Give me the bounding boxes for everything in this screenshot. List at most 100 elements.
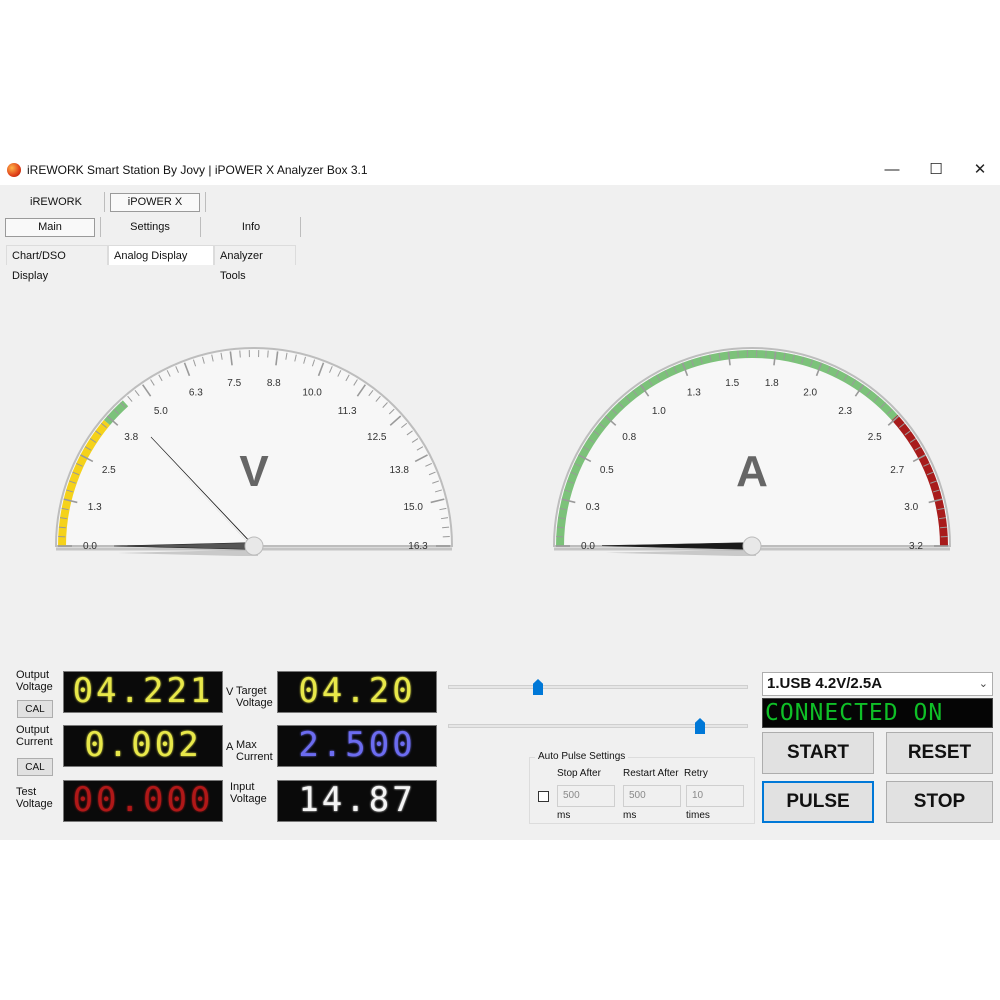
- gauge-tick: [765, 350, 767, 358]
- gauge-hub: [742, 536, 762, 556]
- gauge-tick-label: 5.0: [154, 406, 168, 417]
- gauge-tick: [267, 350, 269, 358]
- maximize-button[interactable]: ☐: [914, 155, 958, 185]
- gauge-tick-label: 0.3: [586, 502, 600, 513]
- cal-current-button[interactable]: CAL: [17, 758, 53, 776]
- gauge-tick: [239, 350, 241, 358]
- tab-ipower-x[interactable]: iPOWER X: [110, 193, 200, 212]
- max-current-display: 2.500: [277, 725, 437, 767]
- tab-chart-dso-display[interactable]: Chart/DSO Display: [6, 245, 108, 282]
- output-current-label: Output Current: [16, 724, 53, 748]
- tab-separator: [104, 192, 105, 212]
- stop-after-input[interactable]: 500: [557, 785, 615, 807]
- gauge-tick-label: 2.0: [803, 388, 817, 399]
- voltage-gauge: 0.0 1.3 2.5 3.8 5.0 6.3 7.5 8.8 10.0 11.3 12.5 13.8…: [54, 347, 454, 556]
- gauge-tick-label: 13.8: [389, 465, 409, 476]
- auto-pulse-checkbox[interactable]: [538, 791, 549, 802]
- restart-after-input[interactable]: 500: [623, 785, 681, 807]
- unit-v-label: V: [226, 686, 234, 698]
- app-window: iREWORK Smart Station By Jovy | iPOWER X…: [0, 155, 1000, 840]
- gauge-tick-label: 15.0: [404, 502, 424, 513]
- tab-separator: [300, 217, 301, 237]
- gauge-tick: [58, 526, 66, 529]
- max-current-label: Max Current: [236, 739, 273, 763]
- input-voltage-display: 14.87: [277, 780, 437, 822]
- tab-separator: [205, 192, 206, 212]
- gauge-tick-label: 2.5: [102, 465, 116, 476]
- gauge-tick-label: 3.2: [909, 541, 923, 552]
- pulse-button[interactable]: PULSE: [762, 781, 874, 823]
- unit-a-label: A: [226, 741, 234, 753]
- gauge-tick-label: 2.3: [838, 406, 852, 417]
- reset-button[interactable]: RESET: [886, 732, 993, 774]
- gauge-tick-label: 12.5: [367, 432, 387, 443]
- gauge-tick-label: 2.5: [868, 432, 882, 443]
- test-voltage-label: Test Voltage: [16, 786, 53, 810]
- voltage-slider[interactable]: [448, 685, 748, 689]
- target-voltage-display: 04.20: [277, 671, 437, 713]
- stop-button[interactable]: STOP: [886, 781, 993, 823]
- test-voltage-display: 00.000: [63, 780, 223, 822]
- current-slider-thumb[interactable]: [695, 718, 705, 734]
- start-button[interactable]: START: [762, 732, 874, 774]
- gauge-tick-label: 1.5: [725, 378, 739, 389]
- profile-select-value: 1.USB 4.2V/2.5A: [767, 675, 883, 692]
- retry-input[interactable]: 10: [686, 785, 744, 807]
- gauge-tick-label: 0.0: [581, 541, 595, 552]
- gauge-tick-label: 10.0: [302, 388, 322, 399]
- restart-after-label: Restart After: [623, 768, 679, 779]
- cal-voltage-button[interactable]: CAL: [17, 700, 53, 718]
- gauge-tick-label: 1.3: [88, 502, 102, 513]
- output-voltage-display: 04.221: [63, 671, 223, 713]
- connection-status-display: CONNECTED ON: [762, 698, 993, 728]
- app-logo-icon: [7, 163, 21, 177]
- minimize-button[interactable]: —: [870, 155, 914, 185]
- window-title: iREWORK Smart Station By Jovy | iPOWER X…: [27, 163, 368, 177]
- close-button[interactable]: ✕: [958, 155, 1000, 185]
- retry-label: Retry: [684, 768, 708, 779]
- retry-unit: times: [686, 810, 710, 821]
- gauge-tick: [940, 526, 948, 529]
- tab-info[interactable]: Info: [202, 218, 300, 237]
- tab-separator: [100, 217, 101, 237]
- output-current-display: 0.002: [63, 725, 223, 767]
- gauge-tick-label: 1.8: [765, 378, 779, 389]
- chevron-down-icon: ⌄: [978, 678, 988, 690]
- tab-separator: [200, 217, 201, 237]
- input-voltage-label: Input Voltage: [230, 781, 267, 805]
- voltage-slider-thumb[interactable]: [533, 679, 543, 695]
- tab-settings[interactable]: Settings: [102, 218, 198, 237]
- stop-after-label: Stop After: [557, 768, 601, 779]
- gauge-tick-label: 0.0: [83, 541, 97, 552]
- tab-irework[interactable]: iREWORK: [10, 192, 102, 212]
- target-voltage-label: Target Voltage: [236, 685, 273, 709]
- output-voltage-label: Output Voltage: [16, 669, 53, 693]
- gauge-unit-label: V: [239, 447, 269, 496]
- profile-select[interactable]: 1.USB 4.2V/2.5A ⌄: [762, 672, 993, 696]
- gauge-tick-label: 0.8: [622, 432, 636, 443]
- restart-after-unit: ms: [623, 810, 637, 821]
- gauge-tick-label: 1.3: [687, 388, 701, 399]
- gauge-tick-label: 6.3: [189, 388, 203, 399]
- tab-main[interactable]: Main: [5, 218, 95, 237]
- gauge-tick-label: 16.3: [408, 541, 428, 552]
- gauge-tick-label: 3.0: [904, 502, 918, 513]
- title-bar: iREWORK Smart Station By Jovy | iPOWER X…: [0, 155, 1000, 185]
- tab-analyzer-tools[interactable]: Analyzer Tools: [214, 245, 296, 282]
- gauge-hub: [244, 536, 264, 556]
- gauge-tick-label: 2.7: [890, 465, 904, 476]
- gauge-tick-label: 3.8: [124, 432, 138, 443]
- gauge-tick-label: 11.3: [338, 406, 357, 417]
- gauge-unit-label: A: [736, 447, 768, 496]
- gauge-tick-label: 7.5: [227, 378, 241, 389]
- gauge-tick: [556, 526, 564, 529]
- gauge-tick-label: 8.8: [267, 378, 281, 389]
- gauge-tick-label: 0.5: [600, 465, 614, 476]
- gauge-tick: [737, 350, 739, 358]
- gauge-tick-label: 1.0: [652, 406, 666, 417]
- tab-analog-display[interactable]: Analog Display: [108, 245, 214, 265]
- auto-pulse-title: Auto Pulse Settings: [535, 751, 629, 762]
- gauge-tick: [442, 526, 450, 529]
- stop-after-unit: ms: [557, 810, 571, 821]
- current-gauge: 0.0 0.3 0.5 0.8 1.0 1.3 1.5 1.8 2.0 2.3 2.5 2.7 3.0 3…: [552, 347, 952, 556]
